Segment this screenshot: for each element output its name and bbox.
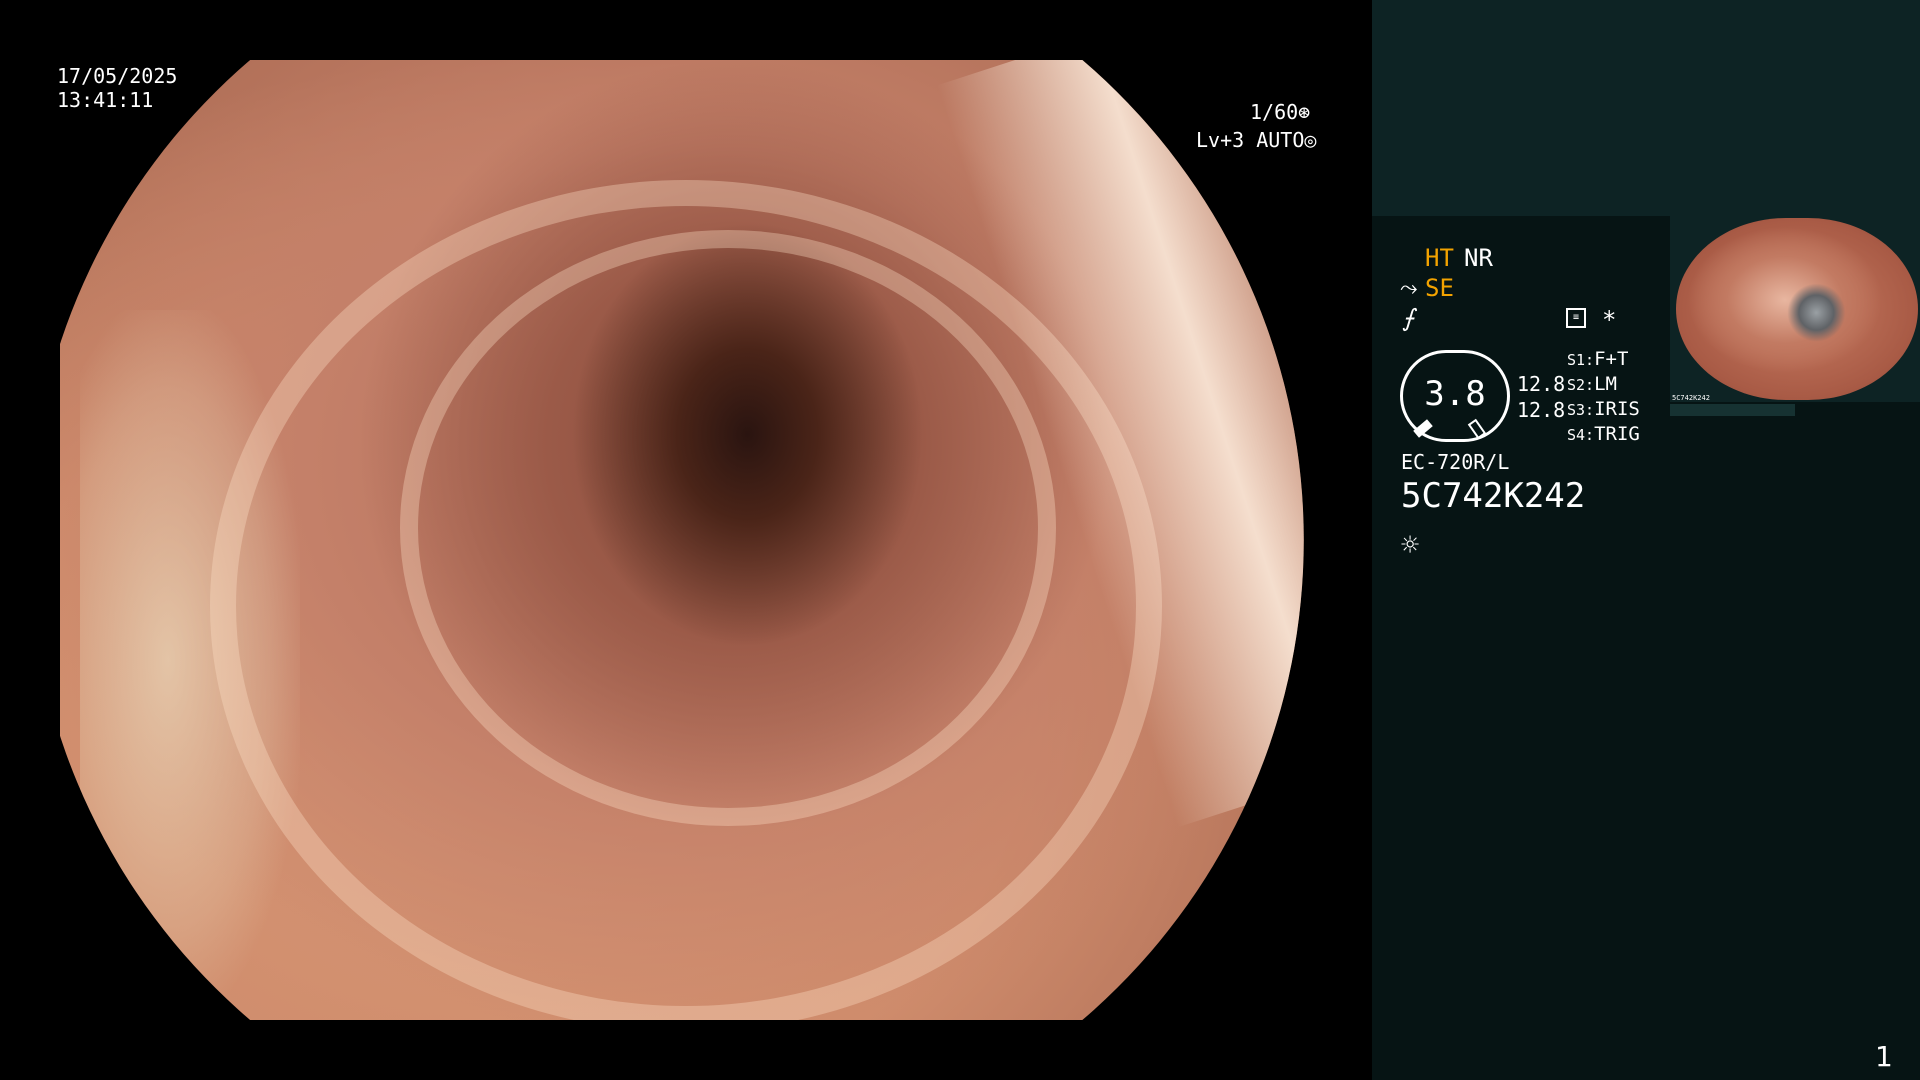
switch-s1: S1:F+T [1567, 348, 1628, 370]
switch-key: S1: [1567, 351, 1595, 369]
scope-serial-label: 5C742K242 [1401, 476, 1586, 516]
shutter-speed-label: 1/60⊛ [1250, 100, 1311, 124]
switch-value: LM [1594, 373, 1617, 395]
switch-value: TRIG [1594, 423, 1640, 445]
asterisk-icon: * [1602, 306, 1617, 334]
switch-value: IRIS [1594, 398, 1640, 420]
thumbnail-caption: 5C742K242 [1672, 394, 1710, 402]
gauge-value-b: 12.8 [1517, 398, 1566, 422]
scope-icon: ⤳ [1400, 276, 1418, 301]
ht-indicator: HT [1425, 244, 1454, 272]
date-label: 17/05/2025 [57, 64, 178, 88]
record-icon: ≡ [1566, 308, 1586, 328]
captured-image-thumbnail[interactable] [1670, 216, 1920, 402]
se-indicator: SE [1425, 274, 1454, 302]
colon-fold-ring-inner [400, 230, 1056, 826]
nr-indicator: NR [1464, 244, 1493, 272]
switch-s4: S4:TRIG [1567, 423, 1640, 445]
page-number: 1 [1875, 1040, 1893, 1073]
switch-s3: S3:IRIS [1567, 398, 1640, 420]
endoscopic-image [60, 60, 1304, 1020]
gauge-value-a: 12.8 [1517, 372, 1566, 396]
brightness-level-label: Lv+3 AUTO◎ [1196, 128, 1317, 152]
switch-s2: S2:LM [1567, 373, 1617, 395]
time-label: 13:41:11 [57, 88, 154, 112]
scope-model-label: EC-720R/L [1401, 450, 1510, 474]
light-source-icon: ☼ [1401, 528, 1420, 563]
switch-key: S4: [1567, 426, 1595, 444]
zoom-gauge-value: 3.8 [1424, 374, 1486, 414]
switch-key: S2: [1567, 376, 1595, 394]
function-icon: ⨍ [1402, 304, 1415, 332]
info-panel-header [1372, 0, 1920, 216]
endoscopy-video-area [0, 0, 1372, 1080]
thumbnail-image [1676, 218, 1918, 400]
thumbnail-bar [1670, 404, 1795, 416]
switch-value: F+T [1594, 348, 1629, 370]
info-panel [1372, 0, 1920, 1080]
switch-key: S3: [1567, 401, 1595, 419]
